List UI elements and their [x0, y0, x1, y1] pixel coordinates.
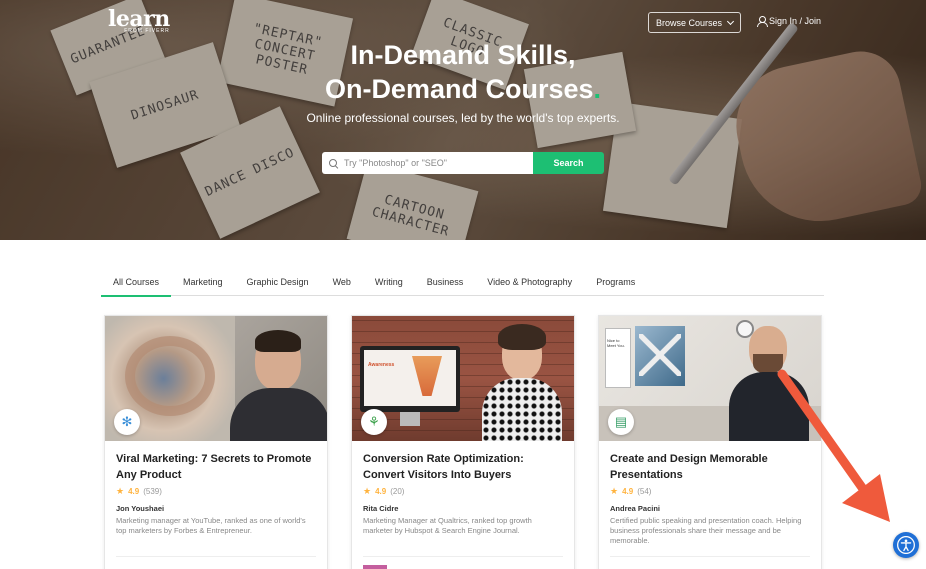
user-icon: [757, 16, 768, 27]
star-icon: ★: [610, 486, 619, 496]
rating-count: (54): [637, 487, 652, 496]
instructor-name: Andrea Pacini: [610, 504, 661, 513]
rating-count: (539): [143, 487, 162, 496]
tab-writing[interactable]: Writing: [363, 272, 415, 296]
snowflake-icon: ✻: [114, 409, 140, 435]
tab-graphic-design[interactable]: Graphic Design: [235, 272, 321, 296]
instructor-name: Jon Youshaei: [116, 504, 165, 513]
course-title[interactable]: Conversion Rate Optimization: Convert Vi…: [363, 451, 563, 483]
rating-value: 4.9: [622, 487, 634, 496]
search-input[interactable]: [344, 158, 524, 168]
hero-title-dot: .: [593, 74, 602, 104]
course-card[interactable]: Awareness ⚘ Conversion Rate Optimization…: [351, 315, 575, 569]
category-tabs: All Courses Marketing Graphic Design Web…: [101, 272, 824, 297]
tab-web[interactable]: Web: [321, 272, 363, 296]
growth-icon: ⚘: [361, 409, 387, 435]
search-bar: Search: [322, 152, 604, 174]
course-rating: ★ 4.9 (539): [116, 486, 162, 497]
sign-in-label: Sign In / Join: [769, 16, 822, 26]
course-title[interactable]: Viral Marketing: 7 Secrets to Promote An…: [116, 451, 316, 483]
course-thumbnail: ✻: [105, 316, 327, 441]
screen-text: Awareness: [368, 362, 395, 368]
card-divider: [116, 556, 316, 557]
browse-courses-button[interactable]: Browse Courses: [648, 12, 741, 33]
course-title[interactable]: Create and Design Memorable Presentation…: [610, 451, 810, 483]
instructor-bio: Marketing manager at YouTube, ranked as …: [116, 516, 306, 535]
rating-count: (20): [390, 487, 405, 496]
course-thumbnail: Awareness ⚘: [352, 316, 574, 441]
chevron-down-icon: [726, 17, 735, 25]
accessibility-button[interactable]: [893, 532, 919, 558]
accessibility-icon: [897, 536, 915, 554]
instructor-bio: Certified public speaking and presentati…: [610, 516, 802, 545]
card-divider: [363, 556, 563, 557]
hero-subtitle: Online professional courses, led by the …: [306, 111, 620, 125]
learn-logo[interactable]: learn FROM FIVERR: [108, 8, 170, 34]
presentation-icon: ▤: [608, 409, 634, 435]
page-title: In-Demand Skills, On-Demand Courses.: [0, 38, 926, 106]
search-icon: [329, 158, 338, 168]
course-rating: ★ 4.9 (54): [610, 486, 651, 497]
star-icon: ★: [363, 486, 372, 496]
instructor-bio: Marketing Manager at Qualtrics, ranked t…: [363, 516, 532, 535]
course-thumbnail: Nice to Meet You. ▤: [599, 316, 821, 441]
hero-title-line1: In-Demand Skills,: [350, 40, 576, 70]
tab-programs[interactable]: Programs: [584, 272, 647, 296]
tab-marketing[interactable]: Marketing: [171, 272, 235, 296]
rating-value: 4.9: [128, 487, 140, 496]
instructor-name: Rita Cidre: [363, 504, 399, 513]
course-rating: ★ 4.9 (20): [363, 486, 404, 497]
whiteboard: [605, 328, 631, 388]
tab-video-photography[interactable]: Video & Photography: [475, 272, 584, 296]
category-tag: [363, 565, 387, 569]
star-icon: ★: [116, 486, 125, 496]
sign-in-link[interactable]: Sign In / Join: [757, 16, 822, 27]
search-button[interactable]: Search: [533, 152, 604, 174]
search-field[interactable]: [322, 152, 533, 174]
browse-courses-label: Browse Courses: [655, 17, 723, 28]
course-card[interactable]: Nice to Meet You. ▤ Create and Design Me…: [598, 315, 822, 569]
course-card[interactable]: ✻ Viral Marketing: 7 Secrets to Promote …: [104, 315, 328, 569]
tab-all-courses[interactable]: All Courses: [101, 272, 172, 297]
whiteboard-text: Nice to Meet You.: [607, 338, 625, 348]
hero-title-line2: On-Demand Courses: [324, 74, 594, 104]
rating-value: 4.9: [375, 487, 387, 496]
card-divider: [610, 556, 810, 557]
tab-business[interactable]: Business: [415, 272, 476, 296]
arrow-head: [842, 474, 890, 522]
